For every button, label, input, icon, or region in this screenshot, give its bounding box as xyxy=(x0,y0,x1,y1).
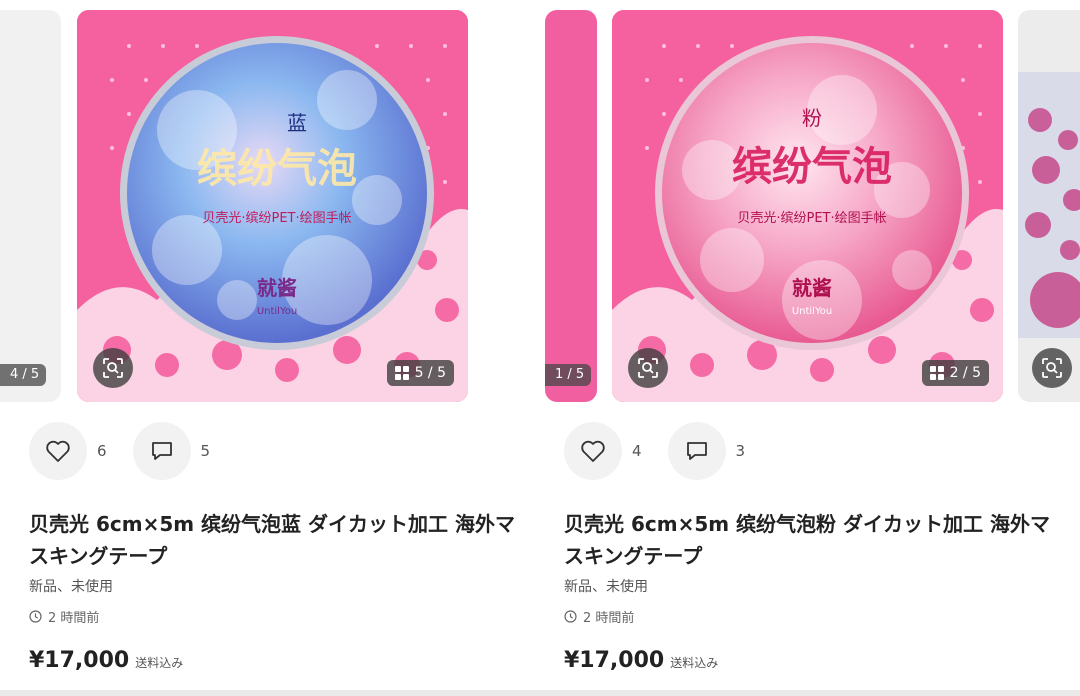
washi-tape-image: 蓝 缤纷气泡 贝壳光·缤纷PET·绘图手帐 就酱 UntilYou xyxy=(77,10,468,402)
comment-button[interactable] xyxy=(132,422,191,480)
listing-card-1[interactable]: 4 / 5 蓝 缤纷气泡 贝壳光·缤纷PET·绘图手帐 就酱 UntilYou … xyxy=(0,0,535,696)
image-search-button[interactable] xyxy=(628,348,668,388)
svg-text:粉: 粉 xyxy=(802,106,822,130)
next-listing-photo xyxy=(1018,10,1080,402)
grid-icon xyxy=(929,366,944,380)
scan-search-icon xyxy=(103,358,123,378)
svg-text:就酱: 就酱 xyxy=(257,276,297,300)
comment-button[interactable] xyxy=(667,422,726,480)
svg-text:贝壳光·缤纷PET·绘图手帐: 贝壳光·缤纷PET·绘图手帐 xyxy=(202,210,351,226)
like-button[interactable] xyxy=(29,422,87,480)
engagement-bar: 4 3 xyxy=(564,422,771,480)
heart-icon xyxy=(581,440,605,462)
price-block: ¥17,000 送料込み xyxy=(564,648,718,673)
posted-time: 2 時間前 xyxy=(29,607,99,626)
photo-counter-text: 5 / 5 xyxy=(414,365,446,381)
svg-text:贝壳光·缤纷PET·绘图手帐: 贝壳光·缤纷PET·绘图手帐 xyxy=(737,210,886,226)
listing-title[interactable]: 贝壳光 6cm×5m 缤纷气泡粉 ダイカット加工 海外マスキングテープ xyxy=(564,508,1054,572)
photo-counter: 5 / 5 xyxy=(386,360,454,386)
comment-icon xyxy=(686,442,707,460)
comment-count: 3 xyxy=(735,442,746,460)
grid-icon xyxy=(394,366,409,380)
item-condition: 新品、未使用 xyxy=(564,579,648,595)
image-search-button[interactable] xyxy=(93,348,133,388)
svg-text:缤纷气泡: 缤纷气泡 xyxy=(732,144,892,190)
svg-text:缤纷气泡: 缤纷气泡 xyxy=(197,146,357,192)
product-photo[interactable]: 蓝 缤纷气泡 贝壳光·缤纷PET·绘图手帐 就酱 UntilYou 5 / 5 xyxy=(77,10,468,402)
posted-time: 2 時間前 xyxy=(564,607,634,626)
clock-icon xyxy=(564,610,577,623)
next-listing-peek[interactable] xyxy=(1018,10,1080,402)
washi-tape-image: 粉 缤纷气泡 贝壳光·缤纷PET·绘图手帐 就酱 UntilYou xyxy=(612,10,1003,402)
previous-photo-peek[interactable] xyxy=(545,10,597,402)
listing-title[interactable]: 贝壳光 6cm×5m 缤纷气泡蓝 ダイカット加工 海外マスキングテープ xyxy=(29,508,519,572)
item-condition: 新品、未使用 xyxy=(29,579,113,595)
scan-search-icon xyxy=(1042,358,1062,378)
product-photo[interactable]: 粉 缤纷气泡 贝壳光·缤纷PET·绘图手帐 就酱 UntilYou 2 / 5 xyxy=(612,10,1003,402)
price-block: ¥17,000 送料込み xyxy=(29,648,183,673)
shipping-included: 送料込み xyxy=(135,656,184,670)
svg-text:蓝: 蓝 xyxy=(287,111,307,135)
posted-time-text: 2 時間前 xyxy=(48,611,100,626)
photo-counter-text: 2 / 5 xyxy=(949,365,981,381)
like-count: 6 xyxy=(97,442,107,460)
shipping-included: 送料込み xyxy=(670,656,719,670)
previous-photo-counter: 1 / 5 xyxy=(545,364,592,386)
previous-photo-counter: 4 / 5 xyxy=(0,364,47,386)
heart-icon xyxy=(46,440,70,462)
comment-count: 5 xyxy=(200,442,211,460)
previous-photo-peek[interactable] xyxy=(0,10,61,402)
scan-search-icon xyxy=(638,358,658,378)
image-search-button[interactable] xyxy=(1032,348,1072,388)
svg-text:就酱: 就酱 xyxy=(792,276,832,300)
svg-text:UntilYou: UntilYou xyxy=(257,306,297,317)
divider xyxy=(0,690,1080,696)
photo-counter: 2 / 5 xyxy=(921,360,989,386)
engagement-bar: 6 5 xyxy=(29,422,236,480)
posted-time-text: 2 時間前 xyxy=(583,611,635,626)
like-button[interactable] xyxy=(564,422,622,480)
like-count: 4 xyxy=(632,442,642,460)
clock-icon xyxy=(29,610,42,623)
price: ¥17,000 xyxy=(29,648,130,673)
price: ¥17,000 xyxy=(564,648,665,673)
listing-card-2[interactable]: 1 / 5 粉 缤纷气泡 贝壳光·缤纷PET·绘图手帐 就酱 UntilYou … xyxy=(535,0,1070,696)
comment-icon xyxy=(151,442,172,460)
svg-text:UntilYou: UntilYou xyxy=(792,306,832,317)
